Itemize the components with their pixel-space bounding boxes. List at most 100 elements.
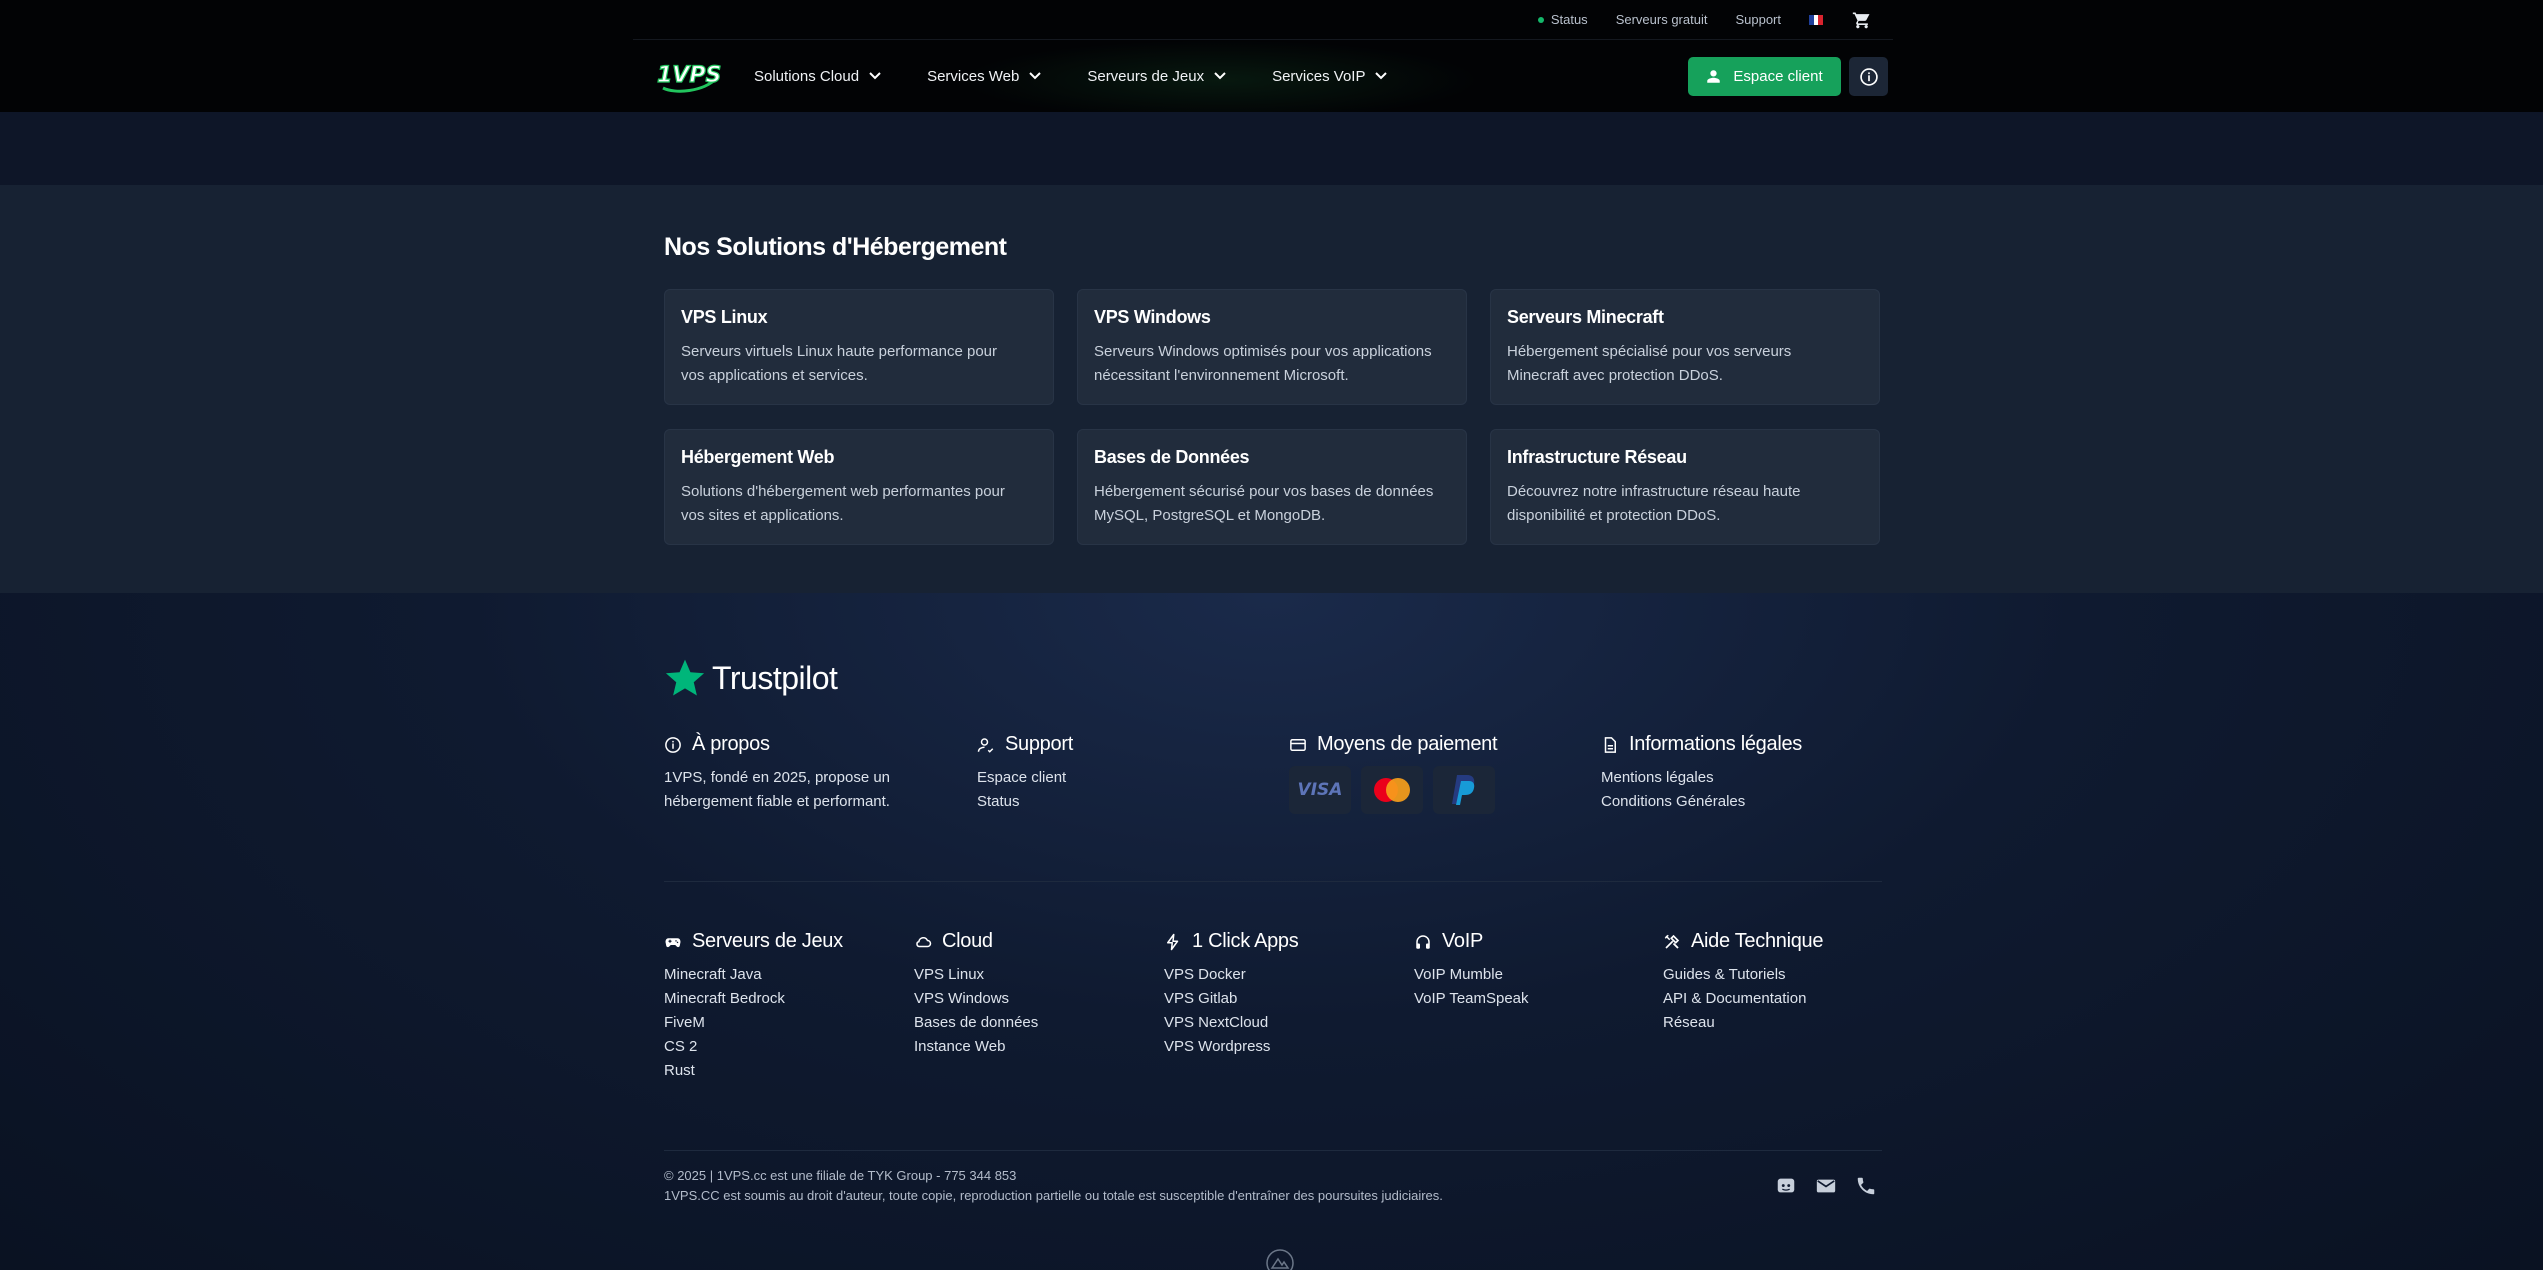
card-minecraft-servers[interactable]: Serveurs Minecraft Hébergement spécialis… xyxy=(1490,289,1880,405)
free-servers-link[interactable]: Serveurs gratuit xyxy=(1616,12,1708,27)
games-heading: Serveurs de Jeux xyxy=(664,930,843,953)
about-text: 1VPS, fondé en 2025, propose un hébergeme… xyxy=(664,769,891,810)
discord-button[interactable] xyxy=(1775,1175,1797,1197)
footer-link-vps-linux[interactable]: VPS Linux xyxy=(914,963,1038,987)
footer-link-vps-nextcloud[interactable]: VPS NextCloud xyxy=(1164,1011,1298,1035)
card-databases[interactable]: Bases de Données Hébergement sécurisé po… xyxy=(1077,429,1467,545)
client-area-button[interactable]: Espace client xyxy=(1688,57,1841,96)
support-link[interactable]: Support xyxy=(1735,12,1781,27)
footer-link-voip-mumble[interactable]: VoIP Mumble xyxy=(1414,963,1529,987)
footer-link-guides[interactable]: Guides & Tutoriels xyxy=(1663,963,1823,987)
footer-link-vps-docker[interactable]: VPS Docker xyxy=(1164,963,1298,987)
trustpilot-badge[interactable]: Trustpilot xyxy=(664,657,838,699)
chevron-down-icon xyxy=(1029,72,1042,80)
nav-voip-services-label: Services VoIP xyxy=(1272,67,1366,85)
site-header: Status Serveurs gratuit Support 1VPS Sol… xyxy=(0,0,2543,120)
logo-icon: 1VPS xyxy=(656,62,722,93)
voip-heading: VoIP xyxy=(1414,930,1529,953)
about-column: À propos 1VPS, fondé en 2025, propose un… xyxy=(664,733,890,814)
support-heading: Support xyxy=(977,733,1073,756)
cart-icon xyxy=(1852,12,1870,28)
games-column: Serveurs de Jeux Minecraft Java Minecraf… xyxy=(664,930,843,1083)
info-icon xyxy=(1859,67,1878,86)
footer-link-status[interactable]: Status xyxy=(977,790,1073,814)
user-support-icon xyxy=(977,737,994,753)
language-selector[interactable] xyxy=(1809,14,1824,25)
nav-solutions-cloud-label: Solutions Cloud xyxy=(754,67,860,85)
site-logo[interactable]: 1VPS xyxy=(655,58,722,94)
payment-heading: Moyens de paiement xyxy=(1289,733,1498,756)
copyright-text: © 2025 | 1VPS.cc est une filiale de TYK … xyxy=(664,1168,1017,1183)
footer-link-network[interactable]: Réseau xyxy=(1663,1011,1823,1035)
card-desc: Hébergement sécurisé pour vos bases de d… xyxy=(1094,483,1434,524)
footer-link-vps-gitlab[interactable]: VPS Gitlab xyxy=(1164,987,1298,1011)
mastercard-icon xyxy=(1361,766,1423,814)
payment-methods: VISA xyxy=(1289,766,1497,814)
spacer-band xyxy=(0,112,2543,185)
footer-link-databases[interactable]: Bases de données xyxy=(914,1011,1038,1035)
footer-link-fivem[interactable]: FiveM xyxy=(664,1011,843,1035)
paypal-icon xyxy=(1433,766,1495,814)
cloud-icon xyxy=(916,936,932,947)
nav-game-servers[interactable]: Serveurs de Jeux xyxy=(1087,68,1226,85)
nav-solutions-cloud[interactable]: Solutions Cloud xyxy=(754,68,881,85)
footer-link-api-docs[interactable]: API & Documentation xyxy=(1663,987,1823,1011)
footer-link-minecraft-bedrock[interactable]: Minecraft Bedrock xyxy=(664,987,843,1011)
card-vps-linux[interactable]: VPS Linux Serveurs virtuels Linux haute … xyxy=(664,289,1054,405)
site-footer: Trustpilot À propos 1VPS, fondé en 2025,… xyxy=(0,593,2543,1270)
footer-bottom-divider xyxy=(664,1150,1882,1151)
card-vps-windows[interactable]: VPS Windows Serveurs Windows optimisés p… xyxy=(1077,289,1467,405)
payment-column: Moyens de paiement VISA xyxy=(1289,733,1498,814)
chevron-down-icon xyxy=(1375,72,1388,80)
phone-button[interactable] xyxy=(1855,1175,1877,1197)
footer-link-legal-notice[interactable]: Mentions légales xyxy=(1601,766,1802,790)
chevron-down-icon xyxy=(869,72,881,80)
footer-link-web-instance[interactable]: Instance Web xyxy=(914,1035,1038,1059)
status-label: Status xyxy=(1550,12,1588,27)
info-icon xyxy=(665,736,681,753)
cart-button[interactable] xyxy=(1851,9,1873,31)
footer-link-terms[interactable]: Conditions Générales xyxy=(1601,790,1802,814)
card-title: Infrastructure Réseau xyxy=(1507,447,1687,467)
status-link[interactable]: Status xyxy=(1537,12,1588,27)
footer-logo-icon xyxy=(1262,1248,1298,1270)
chevron-down-icon xyxy=(1214,72,1226,80)
games-links: Minecraft Java Minecraft Bedrock FiveM C… xyxy=(664,963,843,1083)
footer-link-rust[interactable]: Rust xyxy=(664,1059,843,1083)
nav-services-web[interactable]: Services Web xyxy=(927,68,1042,85)
email-button[interactable] xyxy=(1815,1175,1837,1197)
apps-links: VPS Docker VPS Gitlab VPS NextCloud VPS … xyxy=(1164,963,1298,1059)
help-column: Aide Technique Guides & Tutoriels API & … xyxy=(1663,930,1824,1035)
footer-link-minecraft-java[interactable]: Minecraft Java xyxy=(664,963,843,987)
voip-links: VoIP Mumble VoIP TeamSpeak xyxy=(1414,963,1529,1011)
footer-link-vps-windows[interactable]: VPS Windows xyxy=(914,987,1038,1011)
card-desc: Solutions d'hébergement web performantes… xyxy=(681,483,1005,524)
footer-link-voip-teamspeak[interactable]: VoIP TeamSpeak xyxy=(1414,987,1529,1011)
about-heading: À propos xyxy=(664,733,890,756)
social-links xyxy=(1775,1175,1877,1197)
nav-voip-services[interactable]: Services VoIP xyxy=(1272,67,1388,85)
cloud-heading: Cloud xyxy=(914,930,1038,953)
svg-text:1VPS: 1VPS xyxy=(657,63,721,88)
fr-flag-icon xyxy=(1809,14,1824,25)
status-dot-icon xyxy=(1537,16,1544,23)
tools-icon xyxy=(1664,934,1680,949)
solutions-section: Nos Solutions d'Hébergement VPS Linux Se… xyxy=(0,185,2543,593)
footer-link-client-area[interactable]: Espace client xyxy=(977,766,1073,790)
credit-card-icon xyxy=(1290,738,1306,751)
card-title: Bases de Données xyxy=(1094,447,1250,467)
support-links: Espace client Status xyxy=(977,766,1073,814)
footer-link-cs2[interactable]: CS 2 xyxy=(664,1035,843,1059)
solutions-title: Nos Solutions d'Hébergement xyxy=(664,233,1007,261)
info-button[interactable] xyxy=(1849,57,1888,96)
star-icon xyxy=(665,659,705,696)
footer-link-vps-wordpress[interactable]: VPS Wordpress xyxy=(1164,1035,1298,1059)
card-web-hosting[interactable]: Hébergement Web Solutions d'hébergement … xyxy=(664,429,1054,545)
card-desc: Serveurs virtuels Linux haute performanc… xyxy=(681,343,997,384)
copyright-block: © 2025 | 1VPS.cc est une filiale de TYK … xyxy=(664,1166,1443,1206)
headphones-icon xyxy=(1416,934,1430,949)
phone-icon xyxy=(1857,1177,1875,1195)
card-desc: Serveurs Windows optimisés pour vos appl… xyxy=(1094,343,1432,384)
card-network-infrastructure[interactable]: Infrastructure Réseau Découvrez notre in… xyxy=(1490,429,1880,545)
card-title: VPS Windows xyxy=(1094,307,1211,327)
